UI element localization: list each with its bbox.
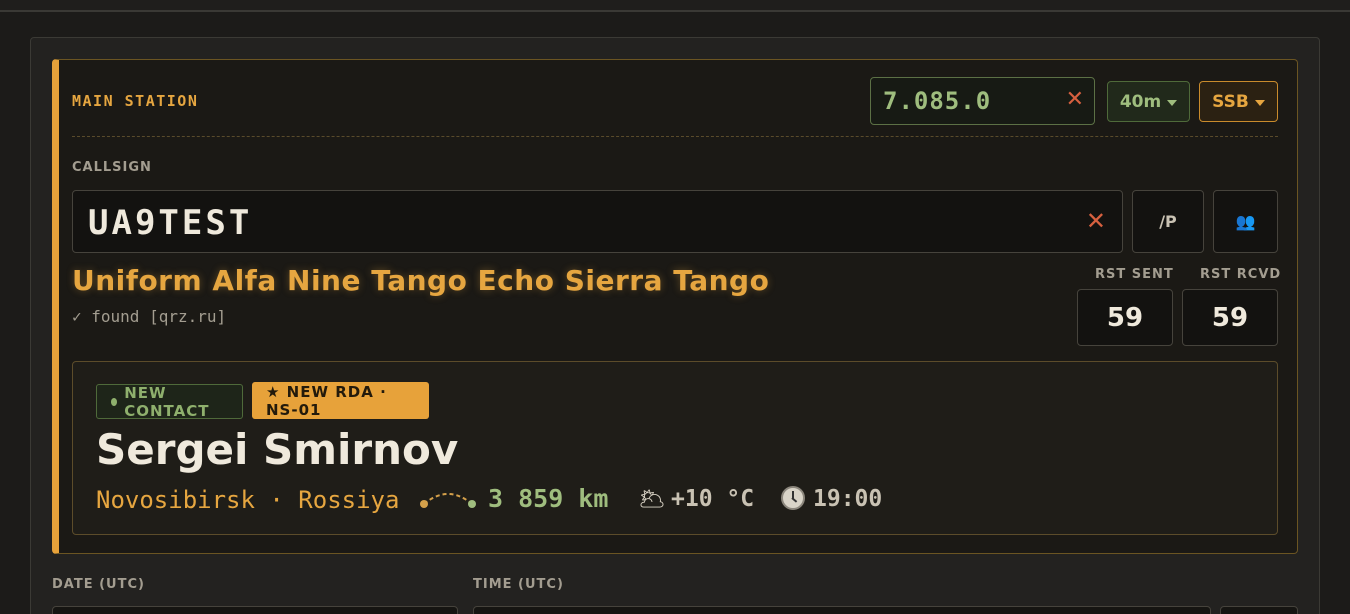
rst-sent-label: RST SENT bbox=[1095, 267, 1174, 282]
operator-location: Novosibirsk · Rossiya bbox=[96, 486, 400, 514]
temperature-value: +10 °C bbox=[671, 486, 755, 512]
callsign-value[interactable]: UA9TEST bbox=[88, 203, 252, 243]
frequency-input[interactable]: 7.085.0 ✕ bbox=[870, 77, 1095, 125]
distance-value: 3 859 km bbox=[488, 484, 609, 513]
rst-rcvd-input[interactable]: 59 bbox=[1182, 289, 1278, 346]
distance-arc-icon bbox=[420, 493, 476, 508]
chevron-down-icon bbox=[1254, 99, 1265, 106]
band-value: 40m bbox=[1119, 91, 1162, 112]
clock-icon bbox=[781, 486, 805, 510]
rst-sent-input[interactable]: 59 bbox=[1077, 289, 1173, 346]
local-time-value: 19:00 bbox=[813, 486, 883, 512]
station-title: MAIN STATION bbox=[72, 92, 199, 110]
divider bbox=[72, 136, 1278, 137]
weather-cloud-sun-icon: 🌥 bbox=[638, 486, 666, 511]
top-bar bbox=[0, 0, 1350, 12]
callsign-label: CALLSIGN bbox=[72, 160, 152, 175]
rst-rcvd-label: RST RCVD bbox=[1200, 267, 1282, 282]
status-dot-icon bbox=[111, 397, 118, 406]
date-input[interactable] bbox=[52, 606, 458, 614]
callsign-input[interactable]: UA9TEST ✕ bbox=[72, 190, 1123, 253]
chevron-down-icon bbox=[1167, 99, 1178, 106]
frequency-value[interactable]: 7.085.0 bbox=[883, 87, 991, 115]
new-rda-label: ★ NEW RDA · NS-01 bbox=[266, 382, 387, 419]
callsign-phonetic: Uniform Alfa Nine Tango Echo Sierra Tang… bbox=[72, 264, 770, 297]
time-now-button[interactable] bbox=[1220, 606, 1298, 614]
clear-callsign-icon[interactable]: ✕ bbox=[1086, 209, 1106, 233]
new-contact-badge: NEW CONTACT bbox=[96, 383, 243, 420]
operator-name: Sergei Smirnov bbox=[96, 425, 459, 474]
mode-select[interactable]: SSB bbox=[1199, 81, 1278, 122]
time-input[interactable] bbox=[473, 606, 1211, 614]
portable-button[interactable]: /P bbox=[1132, 190, 1204, 253]
time-label: TIME (UTC) bbox=[473, 577, 564, 592]
date-label: DATE (UTC) bbox=[52, 577, 145, 592]
clear-frequency-icon[interactable]: ✕ bbox=[1066, 89, 1084, 111]
group-icon[interactable]: 👥 bbox=[1213, 190, 1278, 253]
lookup-status: ✓ found [qrz.ru] bbox=[72, 307, 227, 326]
band-select[interactable]: 40m bbox=[1107, 81, 1190, 122]
new-contact-label: NEW CONTACT bbox=[124, 383, 210, 420]
new-rda-badge: ★ NEW RDA · NS-01 bbox=[252, 382, 429, 419]
mode-value: SSB bbox=[1212, 91, 1249, 112]
